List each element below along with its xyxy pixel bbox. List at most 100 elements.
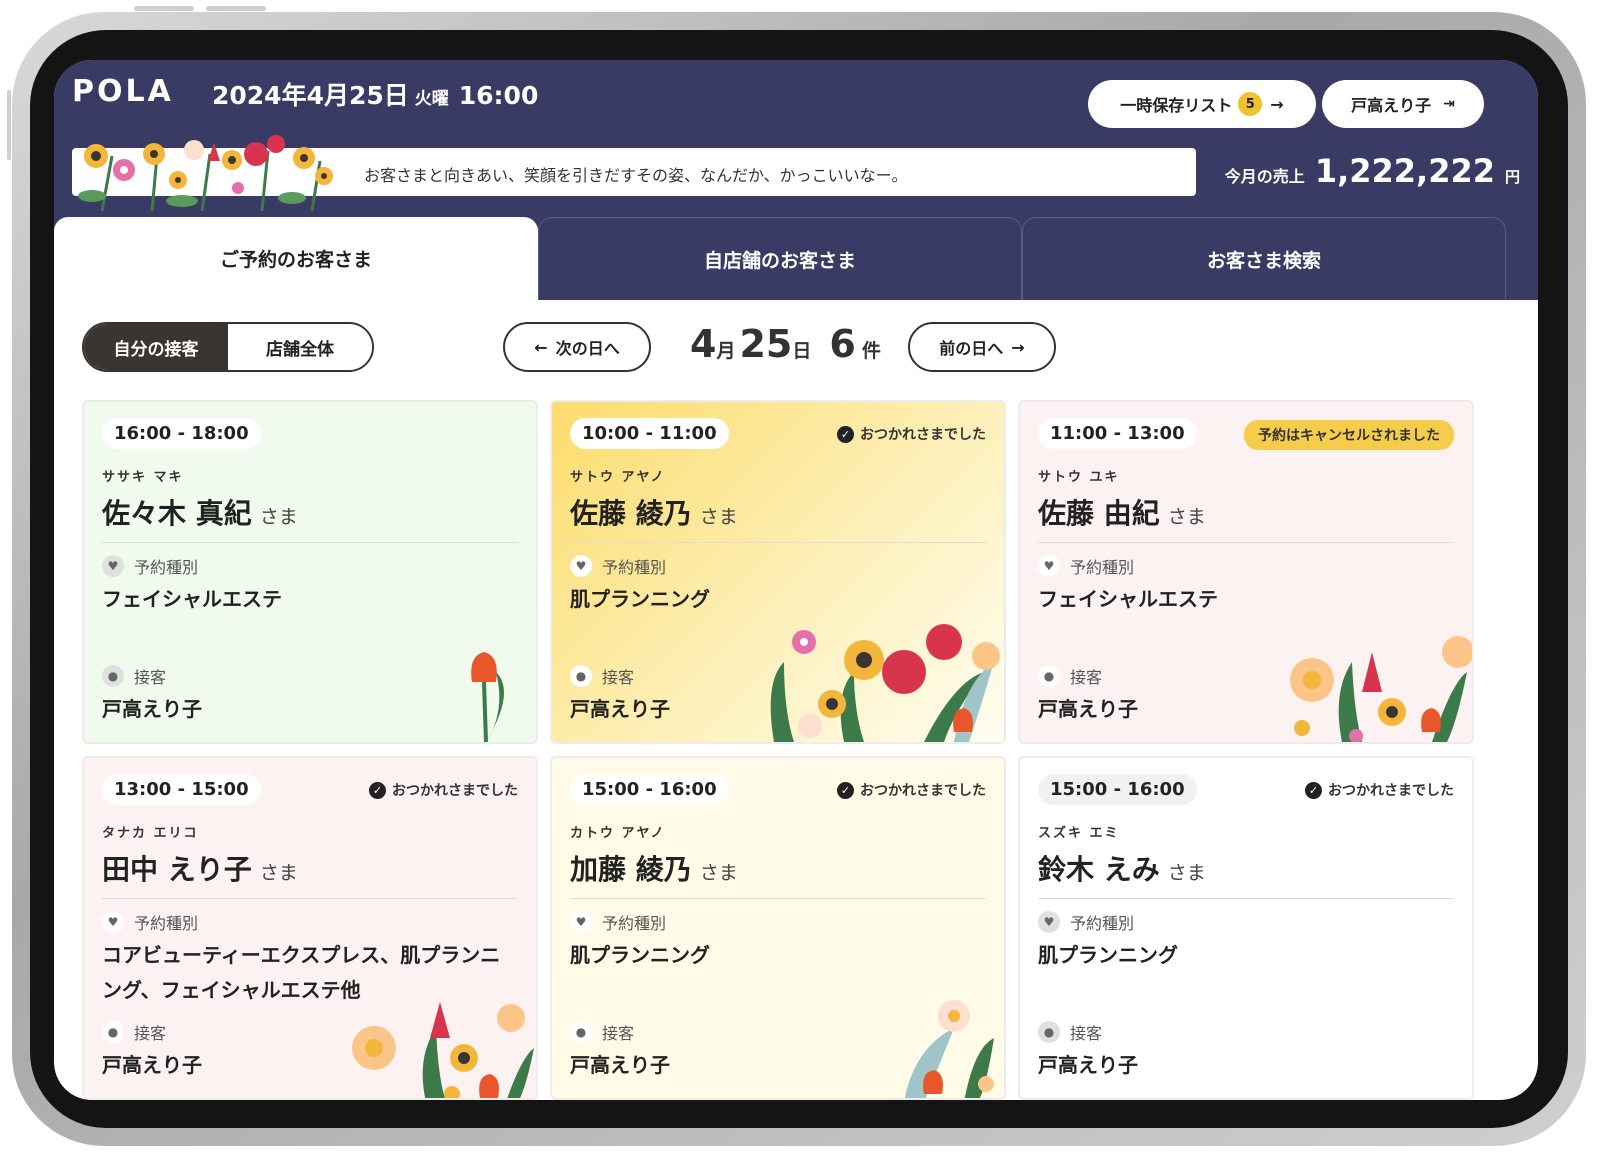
- customer-kana: サトウ アヤノ: [570, 470, 666, 485]
- reservation-type-label-row: ♥ 予約種別: [570, 910, 666, 934]
- user-name: 戸高えり子: [1351, 96, 1432, 115]
- selected-day: 25: [739, 322, 793, 366]
- current-time: 16:00: [458, 81, 539, 110]
- check-icon: ✓: [837, 425, 854, 443]
- status-text: おつかれさまでした: [860, 783, 986, 799]
- appointment-card[interactable]: 15:00 - 16:00 ✓ おつかれさまでした スズキ エミ 鈴木 えみ さま …: [1018, 756, 1474, 1100]
- appointment-time: 11:00 - 13:00: [1038, 418, 1197, 449]
- customer-name-text: 佐藤 由紀: [1038, 497, 1160, 530]
- divider: [570, 898, 986, 899]
- staff-label-row: ● 接客: [1038, 1020, 1102, 1044]
- seg-whole-store[interactable]: 店舗全体: [228, 324, 372, 370]
- appointment-time: 15:00 - 16:00: [570, 774, 729, 805]
- reservation-type-label: 予約種別: [602, 558, 667, 577]
- staff-name: 戸高えり子: [570, 1053, 670, 1077]
- staff-name: 戸高えり子: [102, 697, 202, 721]
- sales-label: 今月の売上: [1224, 167, 1305, 186]
- logout-icon: ⇥: [1443, 96, 1455, 112]
- completed-status: ✓ おつかれさまでした: [837, 424, 986, 444]
- divider: [102, 542, 518, 543]
- seg-my-service[interactable]: 自分の接客: [84, 324, 228, 370]
- staff-label-row: ● 接客: [570, 1020, 634, 1044]
- status-text: おつかれさまでした: [1328, 783, 1454, 799]
- banner-message: お客さまと向きあい、笑顔を引きだすその姿、なんだか、かっこいいなー。: [364, 166, 908, 185]
- check-icon: ✓: [837, 781, 854, 799]
- customer-name-text: 田中 えり子: [102, 853, 252, 886]
- appointment-card[interactable]: 13:00 - 15:00 ✓ おつかれさまでした タナカ エリコ 田中 えり子さ…: [82, 756, 538, 1100]
- reservation-type-label: 予約種別: [1070, 558, 1135, 577]
- saved-list-label: 一時保存リスト: [1120, 96, 1233, 115]
- app-screen: POLA 2024年4月25日 火曜 16:00 一時保存リスト 5 → 戸高えり子…: [54, 60, 1538, 1100]
- honorific: さま: [699, 506, 738, 528]
- honorific: さま: [1167, 862, 1206, 884]
- count-unit: 件: [861, 340, 881, 362]
- heart-hand-icon: ♥: [1038, 555, 1060, 577]
- reservation-type: 肌プランニング: [570, 943, 710, 967]
- tab-reservations[interactable]: ご予約のお客さま: [54, 217, 538, 300]
- check-icon: ✓: [369, 781, 386, 799]
- staff-icon: ●: [1038, 665, 1060, 687]
- cancelled-badge: 予約はキャンセルされました: [1244, 420, 1454, 450]
- divider: [1038, 898, 1454, 899]
- arrow-right-icon: →: [1270, 94, 1284, 114]
- staff-icon: ●: [1038, 1021, 1060, 1043]
- appointment-card[interactable]: 15:00 - 16:00 ✓ おつかれさまでした カトウ アヤノ 加藤 綾乃 さま…: [550, 756, 1006, 1100]
- customer-name: 鈴木 えみ さま: [1038, 848, 1206, 888]
- tab-store-customers[interactable]: 自店舗のお客さま: [538, 217, 1022, 300]
- banner-flowers-illustration: [78, 135, 333, 212]
- saved-list-button[interactable]: 一時保存リスト 5 →: [1088, 80, 1316, 128]
- appointment-card[interactable]: 16:00 - 18:00 ササキ マキ 佐々木 真紀 さま ♥ 予約種別 フェイシ…: [82, 400, 538, 744]
- arrow-left-icon: ←: [534, 337, 548, 357]
- staff-name: 戸高えり子: [1038, 1053, 1138, 1077]
- staff-label: 接客: [134, 1024, 167, 1043]
- customer-name: 加藤 綾乃 さま: [570, 848, 738, 888]
- appointment-time: 16:00 - 18:00: [102, 418, 261, 449]
- pola-logo: POLA: [72, 74, 174, 109]
- staff-icon: ●: [570, 1021, 592, 1043]
- prev-day-button[interactable]: 前の日へ →: [908, 322, 1056, 372]
- current-weekday: 火曜: [414, 89, 449, 109]
- staff-icon: ●: [570, 665, 592, 687]
- divider: [1038, 542, 1454, 543]
- staff-label: 接客: [602, 1024, 635, 1043]
- reservation-type-label-row: ♥ 予約種別: [1038, 910, 1134, 934]
- status-text: おつかれさまでした: [392, 783, 518, 799]
- next-day-label: 次の日へ: [555, 339, 620, 358]
- appointment-card[interactable]: 10:00 - 11:00 ✓ おつかれさまでした サトウ アヤノ 佐藤 綾乃 さま…: [550, 400, 1006, 744]
- reservation-type-label-row: ♥ 予約種別: [570, 554, 666, 578]
- honorific: さま: [259, 506, 298, 528]
- customer-name: 佐々木 真紀 さま: [102, 492, 298, 532]
- heart-hand-icon: ♥: [570, 911, 592, 933]
- customer-kana: ササキ マキ: [102, 470, 184, 485]
- staff-label: 接客: [602, 668, 635, 687]
- honorific: さま: [699, 862, 738, 884]
- customer-name-text: 佐藤 綾乃: [570, 497, 692, 530]
- customer-name: 佐藤 由紀 さま: [1038, 492, 1206, 532]
- sales-unit: 円: [1504, 168, 1520, 186]
- completed-status: ✓ おつかれさまでした: [837, 780, 986, 800]
- check-icon: ✓: [1305, 781, 1322, 799]
- customer-name-text: 加藤 綾乃: [570, 853, 692, 886]
- appointment-time: 13:00 - 15:00: [102, 774, 261, 805]
- divider: [570, 542, 986, 543]
- user-logout-button[interactable]: 戸高えり子 ⇥: [1322, 80, 1484, 128]
- appointment-card[interactable]: 11:00 - 13:00 予約はキャンセルされました サトウ ユキ 佐藤 由紀…: [1018, 400, 1474, 744]
- staff-label-row: ● 接客: [1038, 664, 1102, 688]
- reservation-type-label-row: ♥ 予約種別: [1038, 554, 1134, 578]
- volume-button: [134, 6, 194, 11]
- month-unit: 月: [716, 340, 736, 362]
- completed-status: ✓ おつかれさまでした: [369, 780, 518, 800]
- next-day-button[interactable]: ← 次の日へ: [503, 322, 651, 372]
- scope-segmented-control: 自分の接客 店舗全体: [82, 322, 374, 372]
- heart-hand-icon: ♥: [102, 911, 124, 933]
- tab-customer-search[interactable]: お客さま検索: [1022, 217, 1506, 300]
- volume-button: [206, 6, 266, 11]
- reservation-type-label-row: ♥ 予約種別: [102, 554, 198, 578]
- sales-amount: 1,222,222: [1314, 152, 1495, 190]
- staff-name: 戸高えり子: [570, 697, 670, 721]
- reservation-type-label-row: ♥ 予約種別: [102, 910, 198, 934]
- appointment-time: 15:00 - 16:00: [1038, 774, 1197, 805]
- appointment-time: 10:00 - 11:00: [570, 418, 729, 449]
- divider: [102, 898, 518, 899]
- message-banner: お客さまと向きあい、笑顔を引きだすその姿、なんだか、かっこいいなー。: [72, 135, 1196, 212]
